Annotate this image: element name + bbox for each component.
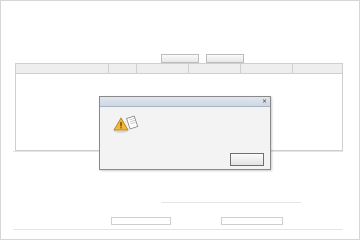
dialog-titlebar: × (100, 97, 270, 107)
divider (13, 229, 343, 230)
input-field[interactable] (221, 217, 283, 225)
close-icon[interactable]: × (261, 98, 268, 105)
warning-icon (113, 115, 139, 133)
grid-header (16, 64, 342, 74)
input-field[interactable] (111, 217, 171, 225)
ok-button[interactable] (230, 153, 264, 166)
toolbar-button[interactable] (161, 54, 199, 63)
toolbar-button[interactable] (206, 54, 244, 63)
app-window: × (0, 0, 360, 240)
divider (161, 202, 301, 203)
modal-dialog: × (99, 96, 271, 170)
